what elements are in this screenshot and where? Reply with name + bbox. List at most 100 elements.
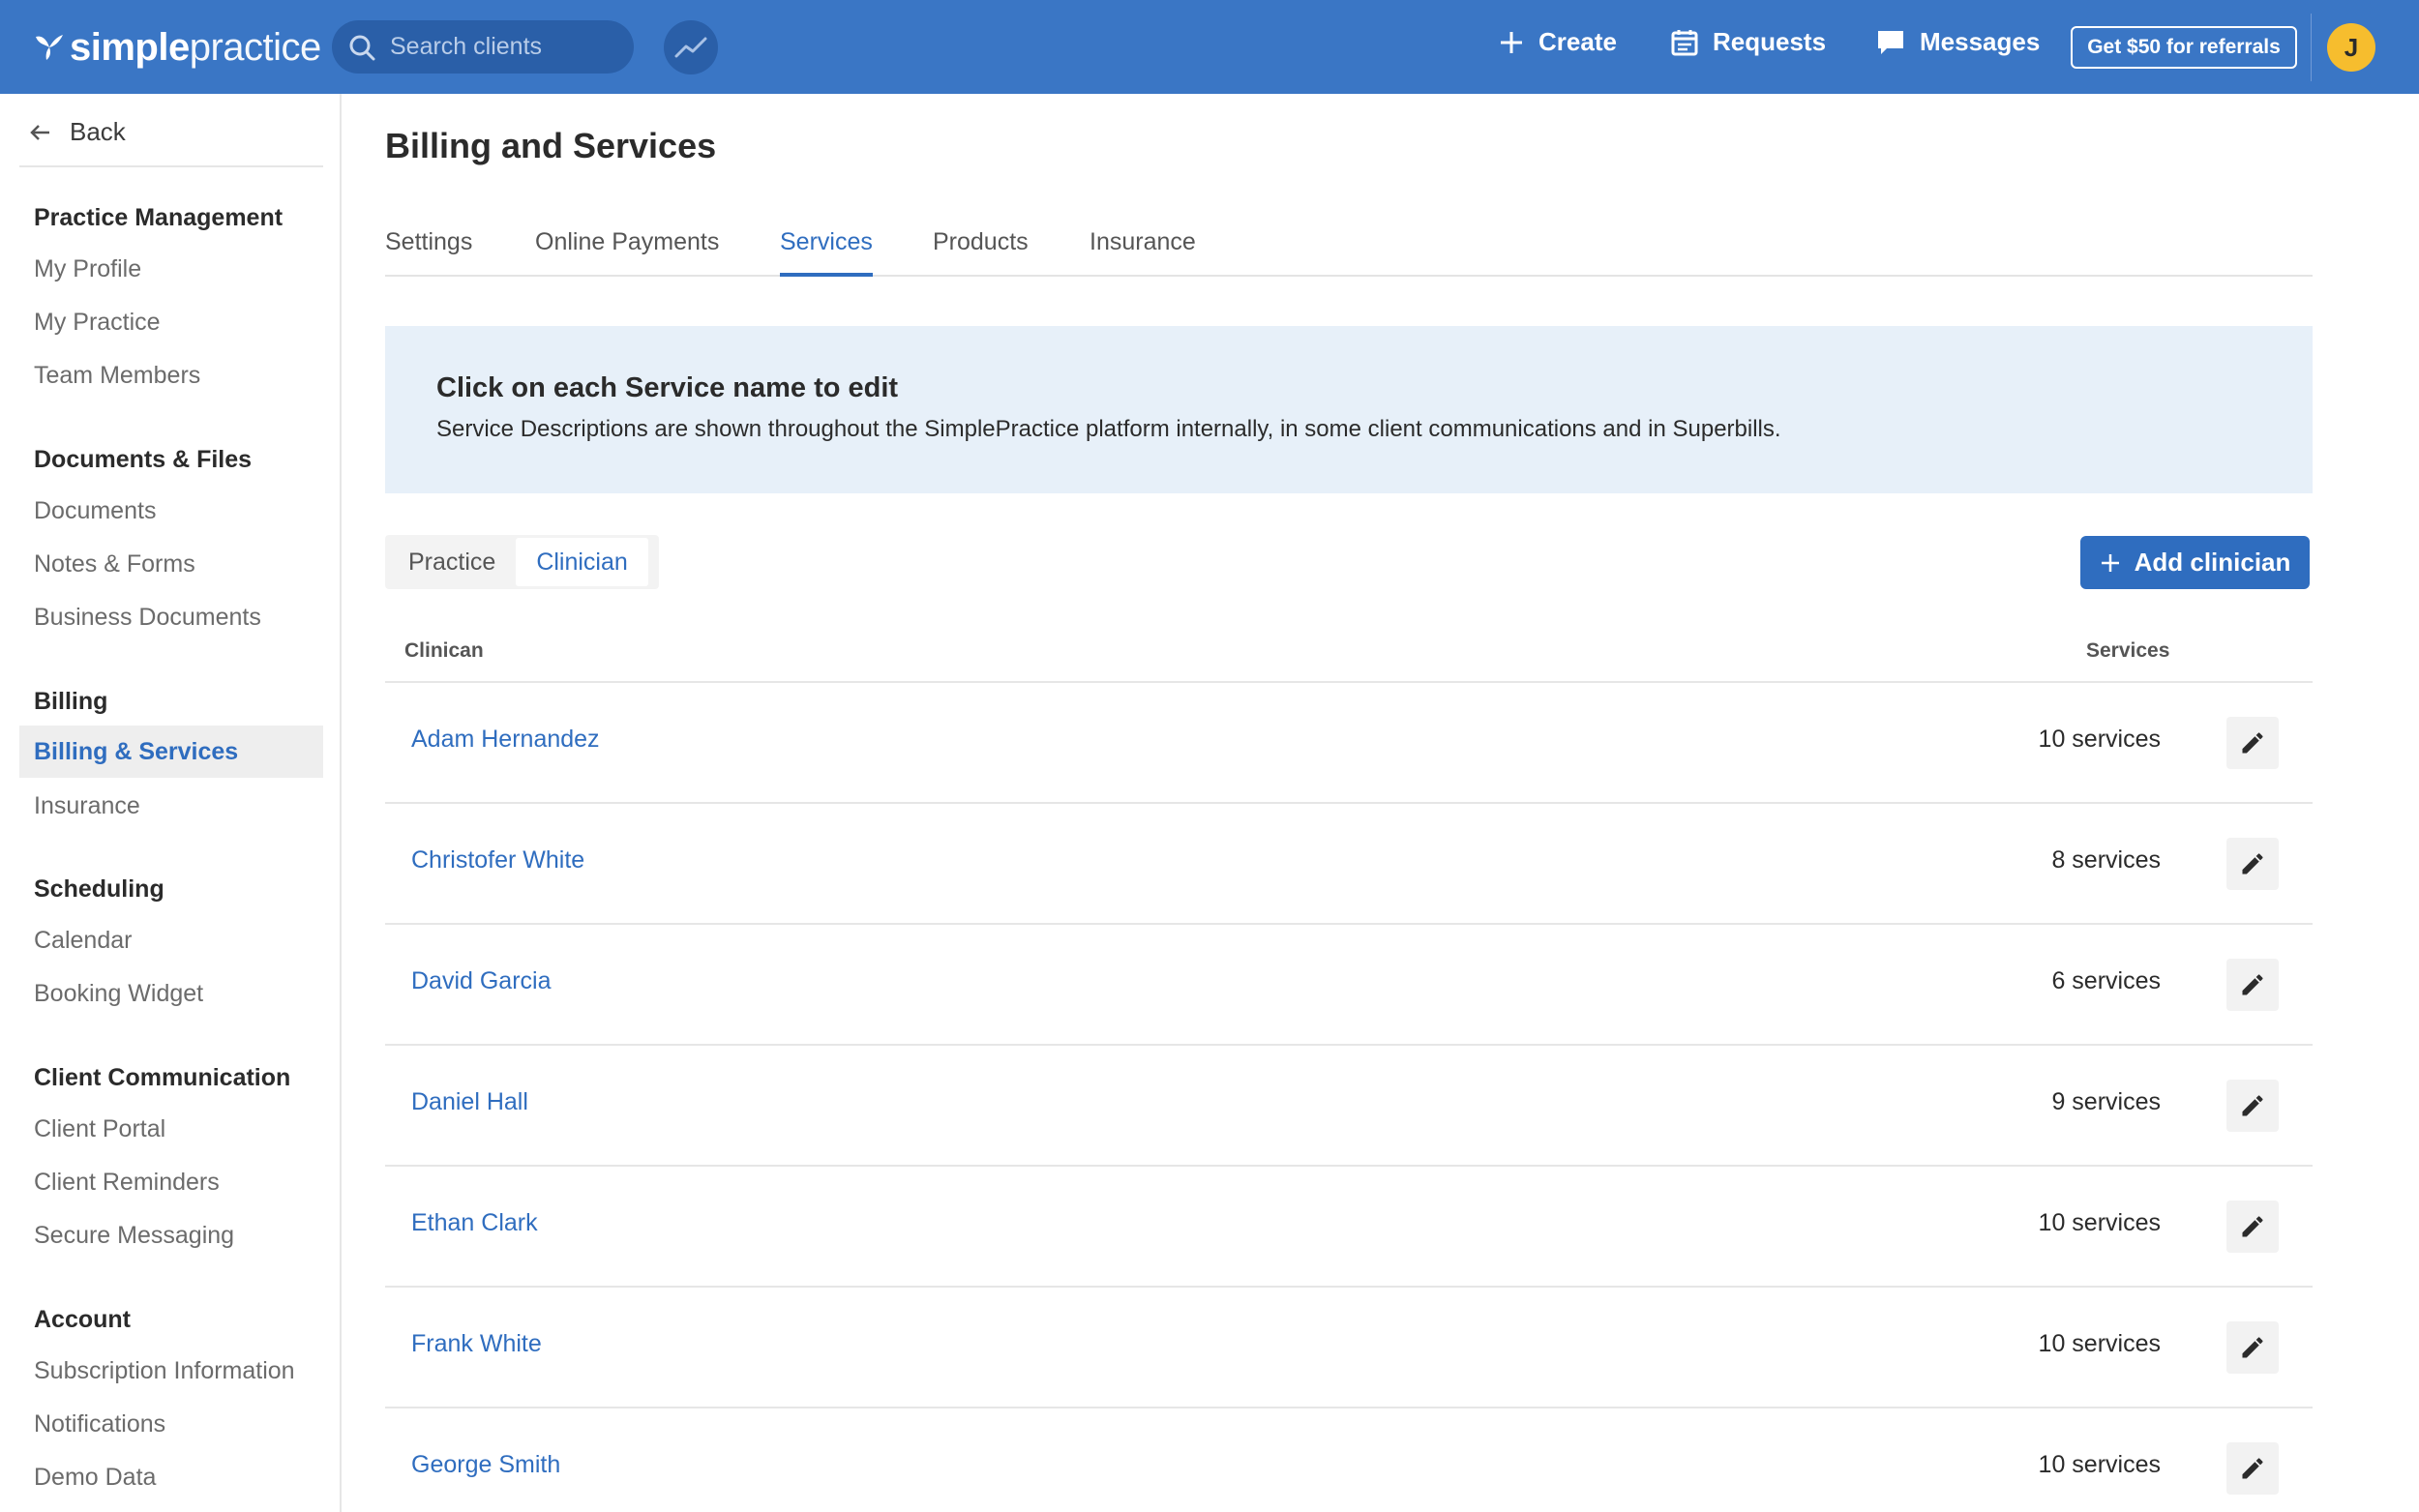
sidebar-item-demo-data[interactable]: Demo Data	[19, 1451, 323, 1503]
sidebar-item-calendar[interactable]: Calendar	[19, 914, 323, 966]
simplepractice-logo[interactable]: simplepractice	[33, 23, 321, 72]
settings-sidebar: Back Practice Management My Profile My P…	[0, 94, 342, 1512]
segment-practice[interactable]: Practice	[388, 538, 516, 586]
tab-settings[interactable]: Settings	[385, 228, 472, 277]
tab-insurance[interactable]: Insurance	[1090, 228, 1196, 277]
services-count: 10 services	[2038, 1209, 2161, 1236]
referral-button[interactable]: Get $50 for referrals	[2071, 26, 2297, 69]
services-count: 6 services	[2051, 967, 2161, 994]
sidebar-section-client-communication: Client Communication	[34, 1064, 291, 1091]
back-link[interactable]: Back	[29, 117, 126, 147]
billing-tabs: Settings Online Payments Services Produc…	[385, 228, 2313, 277]
services-count: 8 services	[2051, 846, 2161, 874]
services-count: 10 services	[2038, 726, 2161, 753]
column-header-clinician: Clinican	[404, 639, 484, 662]
analytics-button[interactable]	[664, 20, 718, 74]
arrow-left-icon	[30, 124, 49, 140]
sidebar-item-notifications[interactable]: Notifications	[19, 1398, 323, 1450]
butterfly-logo-icon	[36, 35, 63, 60]
sidebar-item-business-documents[interactable]: Business Documents	[19, 591, 323, 643]
sidebar-section-account: Account	[34, 1306, 131, 1333]
add-clinician-label: Add clinician	[2134, 548, 2291, 577]
clinician-name-link[interactable]: Adam Hernandez	[411, 726, 600, 754]
clinician-name-link[interactable]: George Smith	[411, 1451, 560, 1479]
create-button[interactable]: Create	[1498, 27, 1617, 57]
page-title: Billing and Services	[385, 126, 717, 165]
sidebar-item-booking-widget[interactable]: Booking Widget	[19, 967, 323, 1020]
table-row: George Smith 10 services	[385, 1408, 2313, 1512]
tab-products[interactable]: Products	[933, 228, 1029, 277]
messages-button[interactable]: Messages	[1875, 27, 2040, 57]
add-clinician-button[interactable]: Add clinician	[2080, 536, 2310, 589]
topbar-divider	[2311, 14, 2312, 81]
trending-up-icon	[674, 37, 707, 58]
sidebar-section-scheduling: Scheduling	[34, 875, 164, 903]
clinician-name-link[interactable]: Christofer White	[411, 846, 584, 875]
clinician-name-link[interactable]: Daniel Hall	[411, 1088, 528, 1116]
create-label: Create	[1538, 27, 1617, 56]
table-row: David Garcia 6 services	[385, 925, 2313, 1046]
search-box[interactable]	[332, 20, 634, 74]
edit-button[interactable]	[2226, 1321, 2279, 1374]
requests-label: Requests	[1713, 27, 1827, 56]
sidebar-item-notes-forms[interactable]: Notes & Forms	[19, 538, 323, 590]
pencil-icon	[2242, 1216, 2263, 1237]
segment-clinician[interactable]: Clinician	[516, 538, 648, 586]
search-input[interactable]	[390, 33, 622, 61]
services-count: 10 services	[2038, 1451, 2161, 1478]
sidebar-section-practice-management: Practice Management	[34, 204, 284, 231]
clinician-name-link[interactable]: David Garcia	[411, 967, 552, 995]
sidebar-item-secure-messaging[interactable]: Secure Messaging	[19, 1209, 323, 1261]
pencil-icon	[2242, 1095, 2263, 1116]
sidebar-section-billing: Billing	[34, 688, 108, 715]
tab-services[interactable]: Services	[780, 228, 873, 277]
sidebar-item-documents[interactable]: Documents	[19, 485, 323, 537]
table-row: Adam Hernandez 10 services	[385, 683, 2313, 804]
table-row: Frank White 10 services	[385, 1288, 2313, 1408]
column-header-services: Services	[2086, 639, 2170, 662]
pencil-icon	[2242, 1337, 2263, 1358]
services-count: 9 services	[2051, 1088, 2161, 1115]
banner-text: Service Descriptions are shown throughou…	[436, 416, 1781, 442]
sidebar-item-team-members[interactable]: Team Members	[19, 349, 323, 401]
table-row: Ethan Clark 10 services	[385, 1167, 2313, 1288]
edit-button[interactable]	[2226, 1080, 2279, 1132]
clinician-name-link[interactable]: Ethan Clark	[411, 1209, 538, 1237]
table-row: Daniel Hall 9 services	[385, 1046, 2313, 1167]
sidebar-item-billing-services[interactable]: Billing & Services	[19, 726, 323, 778]
sidebar-item-client-reminders[interactable]: Client Reminders	[19, 1156, 323, 1208]
banner-title: Click on each Service name to edit	[436, 372, 899, 403]
sidebar-divider	[19, 165, 323, 167]
info-banner: Click on each Service name to edit Servi…	[385, 326, 2313, 493]
chat-bubble-icon	[1878, 30, 1903, 54]
plus-icon	[1501, 31, 1522, 53]
edit-button[interactable]	[2226, 838, 2279, 890]
clinician-name-link[interactable]: Frank White	[411, 1330, 542, 1358]
user-avatar[interactable]: J	[2327, 23, 2375, 72]
edit-button[interactable]	[2226, 1442, 2279, 1495]
logo-wordmark: simplepractice	[70, 25, 321, 69]
sidebar-item-insurance[interactable]: Insurance	[19, 780, 323, 832]
top-navigation-bar: simplepractice Create Requests	[0, 0, 2419, 94]
pencil-icon	[2242, 732, 2263, 754]
search-icon	[349, 35, 375, 60]
pencil-icon	[2242, 853, 2263, 875]
sidebar-item-client-portal[interactable]: Client Portal	[19, 1103, 323, 1155]
edit-button[interactable]	[2226, 1201, 2279, 1253]
services-count: 10 services	[2038, 1330, 2161, 1357]
calendar-icon	[1671, 29, 1698, 55]
practice-clinician-toggle: Practice Clinician	[385, 535, 659, 589]
edit-button[interactable]	[2226, 717, 2279, 769]
messages-label: Messages	[1920, 27, 2041, 56]
sidebar-item-my-practice[interactable]: My Practice	[19, 296, 323, 348]
pencil-icon	[2242, 1458, 2263, 1479]
requests-button[interactable]: Requests	[1670, 27, 1826, 57]
edit-button[interactable]	[2226, 959, 2279, 1011]
table-row: Christofer White 8 services	[385, 804, 2313, 925]
plus-icon	[2101, 553, 2119, 572]
sidebar-section-documents-files: Documents & Files	[34, 446, 253, 473]
tab-online-payments[interactable]: Online Payments	[535, 228, 719, 277]
sidebar-item-my-profile[interactable]: My Profile	[19, 243, 323, 295]
sidebar-item-subscription-information[interactable]: Subscription Information	[19, 1345, 323, 1397]
back-label: Back	[70, 117, 126, 146]
